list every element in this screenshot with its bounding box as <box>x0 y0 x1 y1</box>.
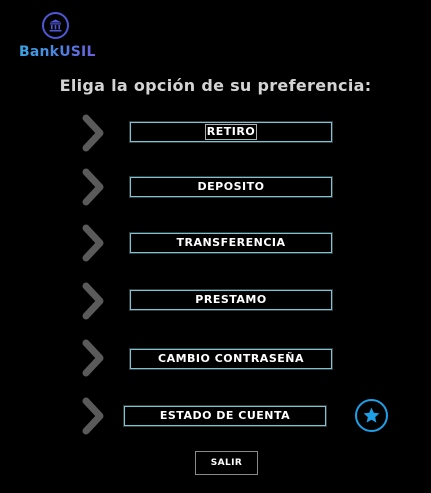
chevron-right-icon <box>82 397 104 435</box>
transferencia-button[interactable]: TRANSFERENCIA <box>129 232 333 254</box>
chevron-right-icon <box>82 114 104 152</box>
prestamo-label: PRESTAMO <box>195 293 267 306</box>
chevron-right-icon <box>82 339 104 377</box>
retiro-label: RETIRO <box>204 124 258 140</box>
transferencia-label: TRANSFERENCIA <box>176 236 286 249</box>
favorite-button[interactable] <box>355 399 388 432</box>
retiro-button[interactable]: RETIRO <box>129 121 333 143</box>
brand-name: BankUSIL <box>19 44 96 60</box>
estado-de-cuenta-label: ESTADO DE CUENTA <box>159 409 291 422</box>
chevron-right-icon <box>82 168 104 206</box>
prestamo-button[interactable]: PRESTAMO <box>129 289 333 311</box>
brand-logo: BankUSIL <box>18 12 98 66</box>
estado-de-cuenta-button[interactable]: ESTADO DE CUENTA <box>123 405 327 427</box>
deposito-button[interactable]: DEPOSITO <box>129 176 333 198</box>
chevron-right-icon <box>82 282 104 320</box>
exit-button[interactable]: SALIR <box>195 451 258 475</box>
cambio-contrasena-label: CAMBIO CONTRASEÑA <box>158 352 304 365</box>
chevron-right-icon <box>82 224 104 262</box>
bank-icon <box>42 12 69 39</box>
cambio-contrasena-button[interactable]: CAMBIO CONTRASEÑA <box>129 348 333 370</box>
page-title: Eliga la opción de su preferencia: <box>59 76 372 95</box>
deposito-label: DEPOSITO <box>197 180 265 193</box>
star-icon <box>363 407 380 423</box>
